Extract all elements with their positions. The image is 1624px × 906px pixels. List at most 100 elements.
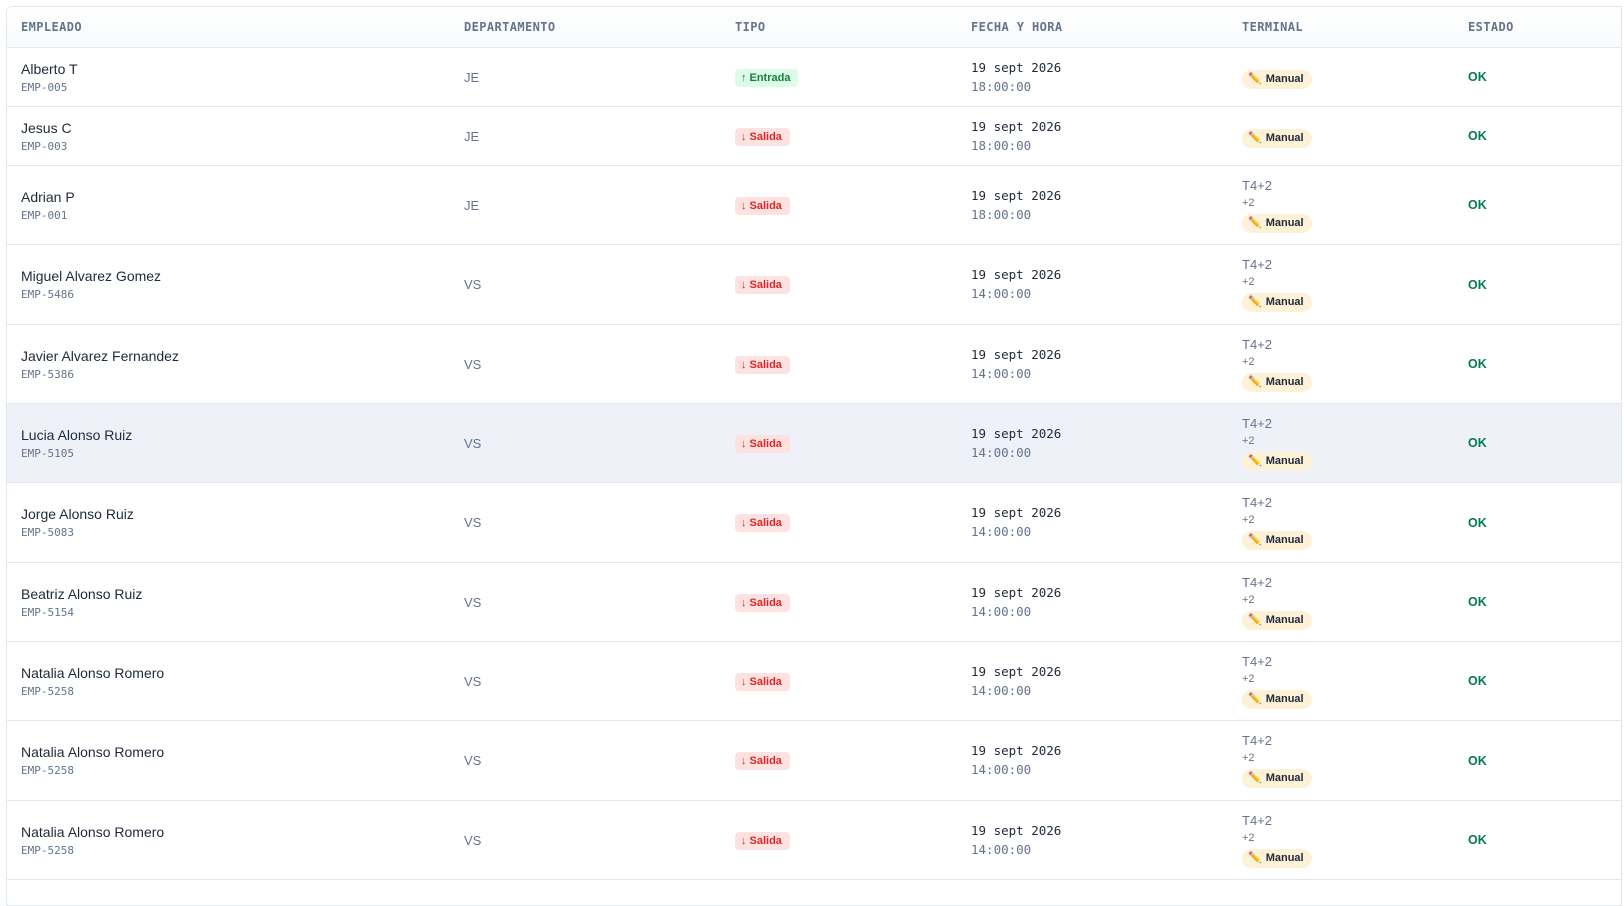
manual-badge: ✏️ Manual (1242, 69, 1312, 89)
cell-tipo: ↑ Entrada (721, 48, 957, 107)
cell-terminal: T4+2 +2 ✏️ Manual (1228, 325, 1454, 404)
employee-name[interactable]: Miguel Alvarez Gomez (21, 267, 450, 285)
employee-name[interactable]: Javier Alvarez Fernandez (21, 347, 450, 365)
terminal-code: T4+2 (1242, 653, 1272, 669)
col-header-terminal[interactable]: TERMINAL (1228, 7, 1454, 48)
type-badge: ↓ Salida (735, 355, 790, 374)
cell-estado: OK (1454, 166, 1621, 245)
table-row[interactable]: Miguel Alvarez Gomez EMP-5486 VS ↓ Salida 19 … (7, 245, 1621, 325)
employee-name[interactable]: Lucia Alonso Ruiz (21, 426, 450, 444)
arrow-down-icon: ↓ (741, 130, 747, 143)
table-row[interactable]: Lucia Alonso Ruiz EMP-5105 VS ↓ Salida 19 sep… (7, 403, 1621, 483)
terminal-code: T4+2 (1242, 574, 1272, 590)
pencil-icon: ✏️ (1248, 454, 1262, 467)
cell-estado: OK (1454, 107, 1621, 166)
employee-name[interactable]: Natalia Alonso Romero (21, 823, 450, 841)
table-row[interactable]: Natalia Alonso Romero EMP-5258 VS ↓ Salida 19… (7, 721, 1621, 801)
col-header-fecha[interactable]: FECHA Y HORA (957, 7, 1228, 48)
type-label: Salida (749, 279, 782, 291)
employee-name[interactable]: Natalia Alonso Romero (21, 743, 450, 761)
cell-fecha: 19 sept 2026 14:00:00 (957, 563, 1228, 642)
record-date: 19 sept 2026 (971, 822, 1062, 838)
terminal-extra: +2 (1242, 196, 1255, 209)
employee-name[interactable]: Beatriz Alonso Ruiz (21, 585, 450, 603)
cell-terminal: T4+2 +2 ✏️ Manual (1228, 245, 1454, 325)
cell-empleado: Natalia Alonso Romero EMP-5258 (7, 801, 450, 880)
employee-name[interactable]: Jorge Alonso Ruiz (21, 505, 450, 523)
record-time: 18:00:00 (971, 206, 1032, 222)
col-header-estado[interactable]: ESTADO (1454, 7, 1621, 48)
cell-fecha: 19 sept 2026 14:00:00 (957, 721, 1228, 801)
pencil-icon: ✏️ (1248, 216, 1262, 229)
manual-badge: ✏️ Manual (1242, 451, 1312, 471)
cell-tipo: ↓ Salida (721, 245, 957, 325)
status-badge: OK (1468, 357, 1487, 371)
record-date: 19 sept 2026 (971, 187, 1062, 203)
record-time: 14:00:00 (971, 841, 1032, 857)
col-header-departamento[interactable]: DEPARTAMENTO (450, 7, 721, 48)
cell-tipo: ↓ Salida (721, 325, 957, 404)
table-row[interactable]: Adrian P EMP-001 JE ↓ Salida 19 sept 2026 18:0… (7, 166, 1621, 245)
cell-tipo: ↓ Salida (721, 107, 957, 166)
record-time: 14:00:00 (971, 682, 1032, 698)
terminal-extra: +2 (1242, 831, 1255, 844)
status-badge: OK (1468, 515, 1487, 530)
record-time: 14:00:00 (971, 365, 1032, 381)
table-row[interactable]: Natalia Alonso Romero EMP-5258 VS ↓ Salida 19… (7, 642, 1621, 721)
cell-departamento: VS (450, 721, 721, 801)
status-badge: OK (1468, 129, 1487, 143)
cell-departamento: JE (450, 107, 721, 166)
terminal-extra: +2 (1242, 514, 1255, 526)
record-time: 14:00:00 (971, 444, 1032, 460)
col-header-empleado[interactable]: EMPLEADO (7, 7, 450, 48)
type-badge: ↓ Salida (735, 276, 790, 294)
cell-empleado: Jorge Alonso Ruiz EMP-5083 (7, 483, 450, 563)
cell-tipo: ↓ Salida (721, 801, 957, 880)
table-row[interactable]: Beatriz Alonso Ruiz EMP-5154 VS ↓ Salida 19 s… (7, 563, 1621, 642)
employee-code: EMP-5154 (21, 605, 74, 619)
table-row[interactable]: Jorge Alonso Ruiz EMP-5083 VS ↓ Salida 19 sep… (7, 483, 1621, 563)
table-body: Alberto T EMP-005 JE ↑ Entrada 19 sept 2026 18… (7, 48, 1621, 880)
manual-badge: ✏️ Manual (1242, 610, 1312, 630)
pencil-icon: ✏️ (1248, 772, 1262, 784)
employee-code: EMP-003 (21, 139, 68, 153)
record-time: 18:00:00 (971, 137, 1032, 153)
employee-name[interactable]: Adrian P (21, 188, 450, 206)
table-row[interactable]: Natalia Alonso Romero EMP-5258 VS ↓ Salida 19… (7, 801, 1621, 880)
table-row[interactable]: Jesus C EMP-003 JE ↓ Salida 19 sept 2026 18:00… (7, 107, 1621, 166)
cell-departamento: VS (450, 404, 721, 483)
table-row[interactable]: Javier Alvarez Fernandez EMP-5386 VS ↓ Salid… (7, 325, 1621, 404)
cell-terminal: T4+2 +2 ✏️ Manual (1228, 166, 1454, 245)
status-badge: OK (1468, 70, 1487, 84)
record-time: 14:00:00 (971, 603, 1032, 619)
department-code: VS (464, 515, 482, 530)
manual-label: Manual (1265, 131, 1304, 144)
department-code: VS (464, 594, 482, 610)
cell-estado: OK (1454, 404, 1621, 483)
col-header-tipo[interactable]: TIPO (721, 7, 957, 48)
employee-name[interactable]: Natalia Alonso Romero (21, 664, 450, 682)
employee-name[interactable]: Jesus C (21, 119, 450, 137)
cell-departamento: JE (450, 166, 721, 245)
employee-code: EMP-5083 (21, 526, 74, 539)
pencil-icon: ✏️ (1248, 534, 1262, 546)
cell-empleado: Alberto T EMP-005 (7, 48, 450, 107)
cell-empleado: Beatriz Alonso Ruiz EMP-5154 (7, 563, 450, 642)
department-code: JE (464, 69, 480, 85)
type-badge: ↓ Salida (735, 831, 790, 850)
type-badge: ↓ Salida (735, 593, 790, 612)
table-row[interactable]: Alberto T EMP-005 JE ↑ Entrada 19 sept 2026 18… (7, 48, 1621, 107)
terminal-code: T4+2 (1242, 733, 1272, 748)
pencil-icon: ✏️ (1248, 72, 1262, 85)
department-code: JE (464, 128, 480, 144)
type-badge: ↓ Salida (735, 127, 790, 146)
cell-estado: OK (1454, 642, 1621, 721)
department-code: JE (464, 197, 480, 213)
arrow-down-icon: ↓ (741, 675, 747, 688)
status-badge: OK (1468, 436, 1487, 450)
type-badge: ↓ Salida (735, 514, 790, 532)
cell-fecha: 19 sept 2026 14:00:00 (957, 642, 1228, 721)
cell-empleado: Jesus C EMP-003 (7, 107, 450, 166)
employee-name[interactable]: Alberto T (21, 60, 450, 78)
terminal-code: T4+2 (1242, 812, 1272, 828)
